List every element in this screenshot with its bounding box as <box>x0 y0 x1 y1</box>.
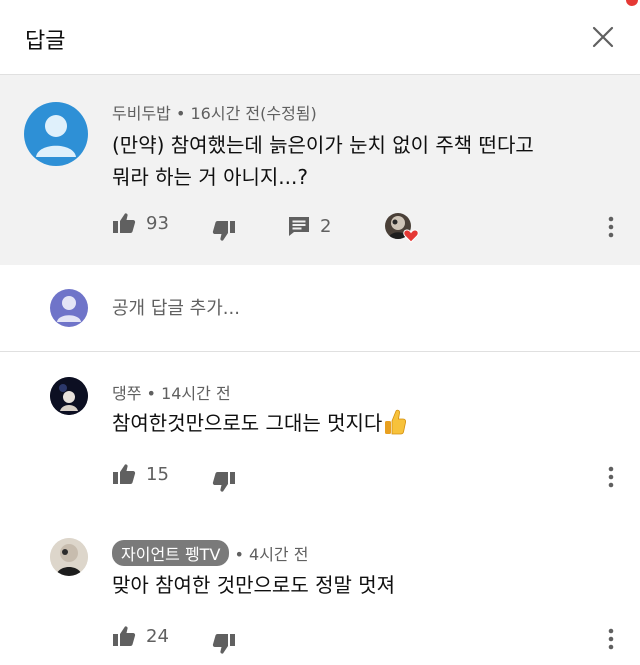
thumbs-down-icon <box>212 221 235 241</box>
reply-item: 자이언트 펭TV • 4시간 전 맞아 참여한 것만으로도 정말 멋져 24 <box>0 512 640 665</box>
parent-comment: 두비두밥 • 16시간 전(수정됨) (만약) 참여했는데 늙은이가 눈치 없이… <box>0 75 640 265</box>
parent-like-button[interactable]: 93 <box>112 212 169 234</box>
more-vertical-icon <box>608 628 614 650</box>
parent-comment-line-2: 뭐라 하는 거 아니지...? <box>112 165 308 189</box>
header-title: 답글 <box>25 29 66 54</box>
reply-text-content: 맞아 참여한 것만으로도 정말 멋져 <box>112 573 396 597</box>
reply-like-count: 24 <box>146 625 169 647</box>
reply-like-button[interactable]: 24 <box>112 625 169 647</box>
reply-like-button[interactable]: 15 <box>112 463 169 485</box>
thumbs-down-icon <box>212 472 235 492</box>
thumbs-down-icon <box>212 634 235 654</box>
parent-reply-count-button[interactable]: 2 <box>288 216 331 237</box>
parent-comment-meta: 두비두밥 • 16시간 전(수정됨) <box>112 100 317 124</box>
reply-dislike-button[interactable] <box>212 633 236 655</box>
close-icon <box>592 26 614 48</box>
reply-meta: 댕쭈 • 14시간 전 <box>112 380 231 404</box>
parent-comment-time: • 16시간 전(수정됨) <box>170 104 317 123</box>
reply-more-button[interactable] <box>601 624 621 654</box>
thumbs-up-emoji-icon <box>385 409 407 435</box>
default-user-icon <box>36 115 76 157</box>
more-vertical-icon <box>608 466 614 488</box>
reply-avatar-image <box>50 538 88 576</box>
thumbs-up-icon <box>113 213 136 233</box>
creator-heart-badge <box>385 213 421 245</box>
reply-text-content: 참여한것만으로도 그대는 멋지다 <box>112 411 383 435</box>
parent-dislike-button[interactable] <box>212 220 236 242</box>
parent-author-avatar[interactable] <box>24 102 88 166</box>
replies-header: 답글 <box>0 0 640 75</box>
parent-more-button[interactable] <box>601 212 621 242</box>
parent-comment-line-1: (만약) 참여했는데 늙은이가 눈치 없이 주책 떤다고 <box>112 133 534 157</box>
thumbs-up-icon <box>113 464 136 484</box>
reply-text: 맞아 참여한 것만으로도 정말 멋져 <box>112 569 395 601</box>
reply-time: • 14시간 전 <box>141 384 231 403</box>
parent-like-count: 93 <box>146 212 169 234</box>
reply-author-name[interactable]: 댕쭈 <box>112 384 141 403</box>
reply-author-avatar[interactable] <box>50 538 88 576</box>
reply-dislike-button[interactable] <box>212 471 236 493</box>
reply-author-avatar[interactable] <box>50 377 88 415</box>
reply-meta: 자이언트 펭TV • 4시간 전 <box>112 540 308 566</box>
reply-avatar-image <box>50 377 88 415</box>
parent-comment-text: (만약) 참여했는데 늙은이가 눈치 없이 주책 떤다고 뭐라 하는 거 아니지… <box>112 129 622 193</box>
comment-icon <box>289 217 309 236</box>
add-reply-input[interactable] <box>112 296 592 320</box>
reply-item: 댕쭈 • 14시간 전 참여한것만으로도 그대는 멋지다 15 <box>0 352 640 512</box>
more-vertical-icon <box>608 216 614 238</box>
parent-author-name[interactable]: 두비두밥 <box>112 104 171 123</box>
default-user-icon <box>57 296 81 322</box>
reply-more-button[interactable] <box>601 462 621 492</box>
add-reply-row <box>0 265 640 352</box>
reply-time: • 4시간 전 <box>229 545 309 564</box>
reply-text: 참여한것만으로도 그대는 멋지다 <box>112 407 407 439</box>
heart-icon <box>403 229 419 243</box>
creator-author-badge[interactable]: 자이언트 펭TV <box>112 540 230 566</box>
thumbs-up-icon <box>113 626 136 646</box>
reply-like-count: 15 <box>146 463 169 485</box>
current-user-avatar <box>50 289 88 327</box>
parent-reply-count: 2 <box>320 216 332 237</box>
close-button[interactable] <box>586 20 620 54</box>
